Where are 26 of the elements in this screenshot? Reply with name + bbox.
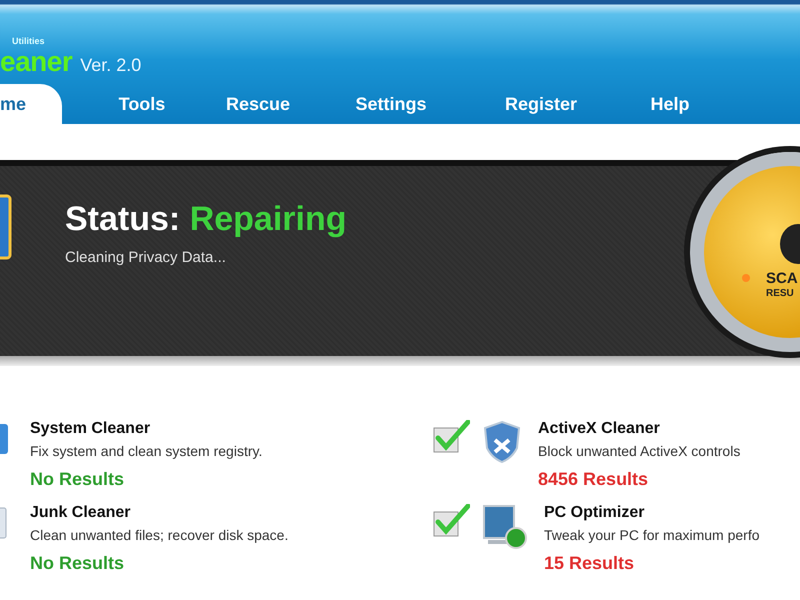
module-description: Clean unwanted files; recover disk space. bbox=[30, 527, 288, 543]
module-description: Fix system and clean system registry. bbox=[30, 443, 262, 459]
module-result: 8456 Results bbox=[538, 469, 650, 490]
module-result: 15 Results bbox=[544, 553, 636, 574]
nav-tab[interactable]: Rescue bbox=[200, 84, 316, 124]
checkbox[interactable] bbox=[432, 504, 470, 538]
module-description: Block unwanted ActiveX controls bbox=[538, 443, 740, 459]
module-name: ActiveX Cleaner bbox=[538, 420, 661, 438]
nav-tab[interactable]: me bbox=[0, 84, 62, 124]
status-detail: Cleaning Privacy Data... bbox=[65, 249, 227, 266]
module-name: PC Optimizer bbox=[544, 504, 646, 522]
shield-icon bbox=[482, 420, 522, 464]
checkbox[interactable] bbox=[432, 420, 470, 454]
version-label: Ver. 2.0 bbox=[80, 55, 142, 76]
module-result: No Results bbox=[30, 553, 126, 574]
module-description: Tweak your PC for maximum perfo bbox=[544, 527, 760, 543]
brand-tagline: Utilities bbox=[12, 36, 46, 46]
nav-tab[interactable]: Register bbox=[466, 84, 616, 124]
module-result: No Results bbox=[30, 469, 126, 490]
module-name: Junk Cleaner bbox=[30, 504, 132, 522]
app-logo-text: eaner bbox=[0, 46, 72, 78]
nav-tab[interactable]: Help bbox=[616, 84, 724, 124]
nav-tab[interactable]: Settings bbox=[316, 84, 466, 124]
status-title: Status: Repairing bbox=[65, 200, 346, 239]
nav-tab[interactable]: Tools bbox=[84, 84, 200, 124]
module-name: System Cleaner bbox=[30, 420, 152, 438]
